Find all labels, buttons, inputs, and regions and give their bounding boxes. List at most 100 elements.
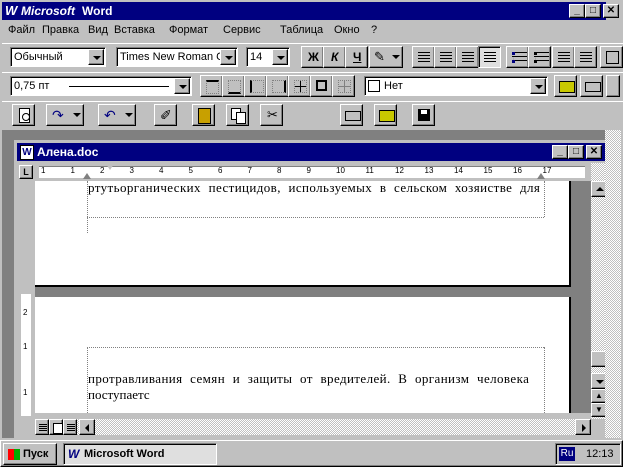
borders-button[interactable] — [600, 46, 623, 68]
scroll-right-button[interactable] — [575, 419, 591, 435]
horizontal-ruler[interactable]: L 1 1 2 3 4 5 6 7 8 9 10 11 12 13 14 15 16 17 — [17, 163, 593, 181]
font-size-combo[interactable]: 14 — [246, 47, 290, 67]
magnifier-icon — [22, 113, 30, 121]
justify-button[interactable] — [478, 46, 501, 68]
vruler-label-1b: 1 — [23, 388, 28, 397]
word-logo-icon: W — [5, 3, 18, 18]
style-dropdown-button[interactable] — [88, 49, 104, 65]
increase-indent-button[interactable] — [574, 46, 597, 68]
close-button[interactable]: ✕ — [603, 4, 619, 18]
print-preview-button[interactable] — [12, 104, 35, 126]
scroll-left-button[interactable] — [79, 419, 95, 435]
document-canvas[interactable]: ртутьорганических пестицидов, используем… — [35, 181, 591, 413]
highlight-button[interactable]: ✎ — [369, 46, 403, 68]
shading-dropdown-button[interactable] — [530, 78, 546, 94]
folder-open-icon — [379, 110, 395, 122]
menu-view[interactable]: Вид — [88, 22, 108, 38]
font-combo[interactable]: Times New Roman C — [116, 47, 238, 67]
paste-button[interactable] — [192, 104, 215, 126]
language-indicator[interactable]: Ru — [559, 447, 575, 461]
outline-view-button[interactable] — [63, 419, 77, 435]
bottom-border-button[interactable] — [222, 75, 245, 97]
cut-button[interactable]: ✂ — [260, 104, 283, 126]
format-painter-button[interactable]: ✐ — [154, 104, 177, 126]
doc-minimize-button[interactable]: _ — [552, 145, 568, 159]
align-left-button[interactable] — [412, 46, 435, 68]
line-width-dropdown-button[interactable] — [174, 78, 190, 94]
first-line-indent-marker[interactable] — [106, 164, 114, 170]
bold-button[interactable]: Ж — [301, 46, 324, 68]
left-border-button[interactable] — [244, 75, 267, 97]
align-left-icon — [418, 52, 430, 62]
bullets-button[interactable] — [528, 46, 551, 68]
print-button-2[interactable] — [580, 75, 603, 97]
menu-window[interactable]: Окно — [334, 22, 360, 38]
redo-button[interactable]: ↷ — [46, 104, 84, 126]
align-center-button[interactable] — [434, 46, 457, 68]
decrease-indent-button[interactable] — [552, 46, 575, 68]
word-window: W Microsoft Word _ □ ✕ Файл Правка Вид В… — [0, 0, 623, 442]
style-combo[interactable]: Обычный — [10, 47, 106, 67]
menu-insert[interactable]: Вставка — [114, 22, 155, 38]
menu-edit[interactable]: Правка — [42, 22, 79, 38]
page-1[interactable]: ртутьорганических пестицидов, используем… — [35, 181, 571, 287]
doc-close-button[interactable]: ✕ — [586, 145, 602, 159]
page-2[interactable]: протравливания семян и защиты от вредите… — [35, 297, 571, 413]
start-label: Пуск — [23, 448, 49, 460]
page-layout-view-button[interactable] — [49, 419, 63, 435]
menu-help[interactable]: ? — [371, 22, 377, 38]
outside-border-button[interactable] — [310, 75, 333, 97]
undo-button[interactable]: ↶ — [98, 104, 136, 126]
font-size-dropdown-button[interactable] — [272, 49, 288, 65]
copy-button[interactable] — [226, 104, 249, 126]
horizontal-scrollbar[interactable] — [35, 419, 591, 435]
minimize-button[interactable]: _ — [569, 4, 585, 18]
overflow-button[interactable] — [606, 75, 620, 97]
main-vertical-scrollbar[interactable] — [605, 130, 621, 438]
menu-table[interactable]: Таблица — [280, 22, 323, 38]
taskbar: Пуск W Microsoft Word Ru 12:13 — [0, 440, 623, 467]
numbering-button[interactable] — [506, 46, 529, 68]
word-task-icon: W — [68, 447, 80, 461]
taskbar-word-button[interactable]: W Microsoft Word — [63, 443, 217, 465]
align-center-icon — [440, 52, 452, 62]
left-indent-marker[interactable] — [83, 173, 91, 179]
highlighter-icon: ✎ — [374, 49, 385, 64]
align-right-button[interactable] — [456, 46, 479, 68]
doc-maximize-button[interactable]: □ — [568, 145, 584, 159]
outline-view-icon — [67, 424, 75, 431]
top-border-button[interactable] — [200, 75, 223, 97]
vertical-ruler[interactable]: 2 1 1 — [17, 294, 35, 416]
print-button[interactable] — [340, 104, 363, 126]
save-button[interactable] — [412, 104, 435, 126]
top-border-icon — [206, 80, 219, 94]
start-button[interactable]: Пуск — [3, 443, 57, 465]
inside-border-button[interactable] — [288, 75, 311, 97]
open-button-2[interactable] — [554, 75, 577, 97]
underline-button[interactable]: Ч — [345, 46, 368, 68]
outside-border-icon — [316, 80, 327, 91]
menu-format[interactable]: Формат — [169, 22, 208, 38]
ruler-number: 7 — [247, 166, 252, 175]
font-dropdown-button[interactable] — [220, 49, 236, 65]
open-button[interactable] — [374, 104, 397, 126]
italic-button[interactable]: К — [323, 46, 346, 68]
app-title-bar: W Microsoft Word _ □ ✕ — [2, 2, 619, 20]
right-border-button[interactable] — [266, 75, 289, 97]
clipboard-icon — [198, 108, 211, 124]
right-indent-marker[interactable] — [537, 173, 545, 179]
no-border-button[interactable] — [332, 75, 355, 97]
app-title-brand: Microsoft — [21, 4, 75, 18]
taskbar-word-label: Microsoft Word — [84, 448, 165, 460]
copy-icon-back — [236, 112, 246, 124]
ruler-number: 16 — [513, 166, 522, 175]
line-sample — [69, 86, 169, 87]
chevron-down-icon — [125, 113, 133, 117]
line-width-combo[interactable]: 0,75 пт — [10, 76, 192, 96]
menu-tools[interactable]: Сервис — [223, 22, 261, 38]
maximize-button[interactable]: □ — [585, 4, 601, 18]
normal-view-button[interactable] — [35, 419, 49, 435]
shading-combo[interactable]: Нет — [364, 76, 548, 96]
windows-logo-icon — [8, 449, 20, 460]
menu-file[interactable]: Файл — [8, 22, 35, 38]
